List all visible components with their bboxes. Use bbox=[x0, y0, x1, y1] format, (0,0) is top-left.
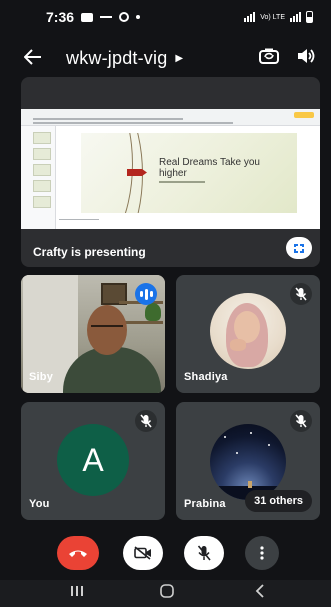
call-end-icon bbox=[69, 550, 87, 557]
notification-dash-icon bbox=[100, 16, 113, 18]
toolbar-line bbox=[33, 118, 183, 120]
message-notification-icon bbox=[81, 12, 94, 22]
videocam-off-icon bbox=[134, 546, 151, 560]
avatar-star bbox=[236, 452, 238, 454]
app-bar: wkw-jpdt-vig ▶ bbox=[0, 40, 331, 76]
participant-name: You bbox=[29, 498, 50, 510]
network-label: Vo) LTE bbox=[260, 13, 285, 21]
meeting-code[interactable]: wkw-jpdt-vig bbox=[66, 48, 167, 69]
participant-name: Shadiya bbox=[184, 371, 228, 383]
camera-toggle-button[interactable] bbox=[123, 536, 163, 570]
slide-canvas: Real Dreams Take you higher bbox=[81, 133, 297, 213]
fullscreen-icon bbox=[293, 242, 306, 256]
caret-right-icon[interactable]: ▶ bbox=[175, 53, 183, 64]
slide-thumbnail bbox=[33, 148, 51, 160]
avatar-hand bbox=[230, 339, 246, 351]
participant-name: Siby bbox=[29, 371, 54, 383]
others-count-chip[interactable]: 31 others bbox=[245, 490, 312, 512]
participant-tile-you[interactable]: A You bbox=[21, 402, 165, 520]
battery-icon bbox=[306, 11, 313, 23]
avatar-star bbox=[224, 436, 226, 438]
back-nav-icon[interactable] bbox=[255, 584, 265, 602]
slide-thumbnail bbox=[33, 196, 51, 208]
shared-screen: Real Dreams Take you higher bbox=[21, 109, 320, 229]
self-avatar: A bbox=[57, 424, 129, 496]
more-options-button[interactable] bbox=[245, 536, 279, 570]
mic-off-icon bbox=[290, 283, 312, 305]
call-controls bbox=[0, 536, 331, 576]
back-arrow-icon[interactable] bbox=[23, 45, 48, 71]
end-call-button[interactable] bbox=[57, 536, 99, 570]
fullscreen-button[interactable] bbox=[286, 237, 312, 259]
slide-thumbnail bbox=[33, 164, 51, 176]
slide-thumbnails bbox=[21, 126, 56, 229]
mic-off-icon bbox=[290, 410, 312, 432]
slide-thumbnail bbox=[33, 132, 51, 144]
participant-tile-shadiya[interactable]: Shadiya bbox=[176, 275, 320, 393]
participant-avatar bbox=[210, 293, 286, 369]
participant-tile-siby[interactable]: Siby bbox=[21, 275, 165, 393]
doc-share-button bbox=[294, 112, 314, 118]
participant-avatar bbox=[210, 424, 286, 500]
switch-camera-icon[interactable] bbox=[259, 48, 279, 69]
home-icon[interactable] bbox=[160, 584, 174, 602]
signal-2-icon bbox=[290, 12, 301, 22]
status-bar: 7:36 Vo) LTE bbox=[0, 0, 331, 34]
presentation-tile[interactable]: Real Dreams Take you higher Crafty is pr… bbox=[21, 77, 320, 267]
avatar-star bbox=[250, 432, 252, 434]
mic-toggle-button[interactable] bbox=[184, 536, 224, 570]
slide-arrow-shape bbox=[127, 169, 147, 176]
speaker-notes-line bbox=[59, 219, 99, 220]
speaking-indicator-icon bbox=[135, 283, 157, 305]
status-time: 7:36 bbox=[46, 9, 75, 25]
presenter-label: Crafty is presenting bbox=[33, 245, 146, 259]
slide-thumbnail bbox=[33, 180, 51, 192]
speaker-icon[interactable] bbox=[297, 48, 315, 69]
mic-off-icon bbox=[197, 545, 211, 561]
slide-subtitle-line bbox=[159, 181, 205, 183]
app-notification-icon bbox=[119, 12, 130, 22]
doc-toolbar bbox=[21, 109, 320, 126]
status-right: Vo) LTE bbox=[244, 11, 313, 23]
system-nav-bar bbox=[0, 580, 331, 607]
slide-title: Real Dreams Take you higher bbox=[159, 157, 260, 179]
avatar-star bbox=[268, 444, 270, 446]
notification-dot-icon bbox=[136, 15, 141, 19]
participant-name: Prabina bbox=[184, 498, 226, 510]
participant-tile-prabina[interactable]: Prabina 31 others bbox=[176, 402, 320, 520]
mic-off-icon bbox=[135, 410, 157, 432]
toolbar-line bbox=[33, 122, 233, 124]
video-plant bbox=[145, 303, 161, 321]
video-person-glasses bbox=[91, 325, 123, 331]
status-left: 7:36 bbox=[46, 9, 141, 25]
avatar-figure bbox=[248, 481, 252, 488]
recent-apps-icon[interactable] bbox=[70, 584, 84, 601]
signal-icon bbox=[244, 12, 256, 22]
more-vertical-icon bbox=[260, 546, 264, 560]
